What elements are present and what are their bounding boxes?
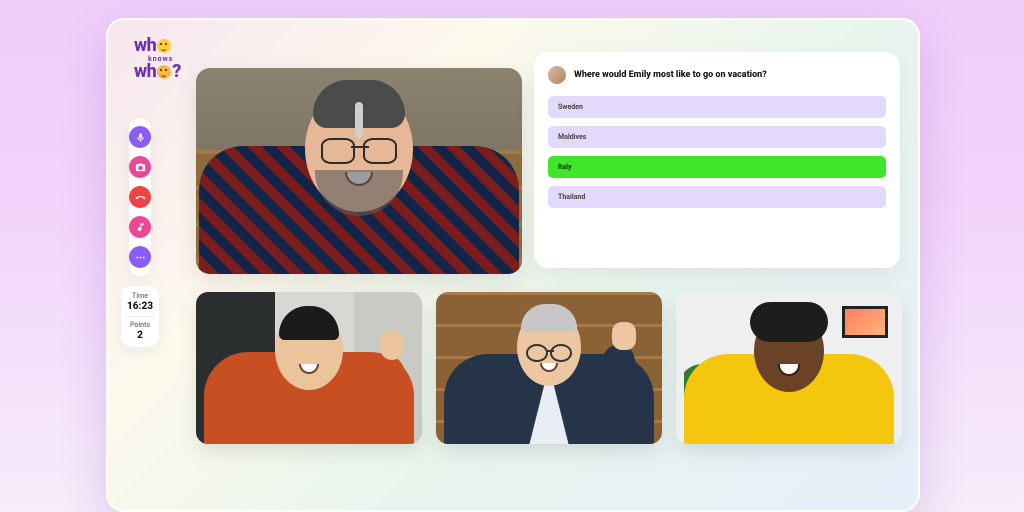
answer-option-1[interactable]: Maldives bbox=[548, 126, 886, 148]
answer-option-3[interactable]: Thailand bbox=[548, 186, 886, 208]
points-label: Points bbox=[125, 321, 155, 329]
question-header: Where would Emily most like to go on vac… bbox=[548, 66, 886, 84]
more-button[interactable] bbox=[129, 246, 151, 268]
answer-label: Sweden bbox=[558, 103, 583, 111]
person bbox=[305, 68, 413, 212]
divider bbox=[125, 316, 155, 317]
music-icon bbox=[135, 222, 146, 233]
time-value: 16:23 bbox=[125, 301, 155, 312]
participant-video-3[interactable] bbox=[676, 292, 902, 444]
participant-row bbox=[196, 292, 902, 444]
participant-video-2[interactable] bbox=[436, 292, 662, 444]
app-window: wh knows wh ? bbox=[106, 18, 920, 512]
mic-icon bbox=[135, 132, 146, 143]
camera-icon bbox=[135, 162, 146, 173]
hangup-icon bbox=[135, 192, 146, 203]
stats-box: Time 16:23 Points 2 bbox=[121, 286, 159, 347]
sidebar: Time 16:23 Points 2 bbox=[123, 118, 157, 347]
logo-q: ? bbox=[172, 64, 181, 80]
question-text: Where would Emily most like to go on vac… bbox=[574, 70, 767, 80]
logo: wh knows wh ? bbox=[134, 38, 181, 80]
participant-video-1[interactable] bbox=[196, 292, 422, 444]
smile-emoji-icon bbox=[157, 65, 171, 79]
answer-label: Italy bbox=[558, 163, 572, 171]
time-label: Time bbox=[125, 292, 155, 300]
control-rail bbox=[129, 118, 151, 276]
logo-text-2: wh bbox=[134, 64, 156, 80]
question-avatar bbox=[548, 66, 566, 84]
question-panel: Where would Emily most like to go on vac… bbox=[534, 52, 900, 268]
main-video[interactable] bbox=[196, 68, 522, 274]
answer-option-2[interactable]: Italy bbox=[548, 156, 886, 178]
answer-label: Maldives bbox=[558, 133, 586, 141]
mic-button[interactable] bbox=[129, 126, 151, 148]
points-value: 2 bbox=[125, 330, 155, 341]
music-button[interactable] bbox=[129, 216, 151, 238]
hangup-button[interactable] bbox=[129, 186, 151, 208]
more-icon bbox=[135, 252, 146, 263]
answer-option-0[interactable]: Sweden bbox=[548, 96, 886, 118]
camera-button[interactable] bbox=[129, 156, 151, 178]
answer-label: Thailand bbox=[558, 193, 585, 201]
